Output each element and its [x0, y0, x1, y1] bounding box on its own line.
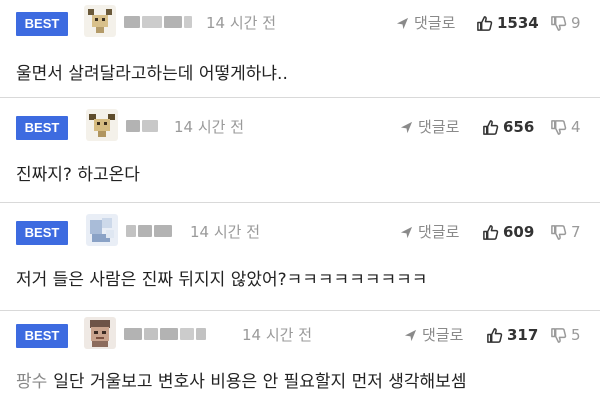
- thumbs-down-icon: [551, 119, 567, 135]
- thumbs-up-icon: [483, 119, 499, 135]
- comment-item: BEST 14 시간 전 댓글로: [0, 99, 600, 203]
- timestamp: 14 시간 전: [190, 223, 261, 241]
- send-icon: [400, 121, 413, 133]
- thumbs-down-icon: [551, 224, 567, 240]
- timestamp: 14 시간 전: [242, 326, 313, 344]
- thumbs-up-icon: [487, 327, 503, 343]
- comment-text: 팡수 일단 거울보고 변호사 비용은 안 필요할지 먼저 생각해보셈: [16, 370, 466, 394]
- avatar[interactable]: [86, 109, 118, 141]
- like-button[interactable]: 609: [482, 222, 534, 242]
- avatar-image: [84, 5, 116, 37]
- comment-header: BEST 14 시간 전 댓글로: [0, 317, 600, 349]
- best-badge: BEST: [16, 12, 68, 36]
- reply-button[interactable]: 댓글로: [400, 117, 459, 137]
- avatar-image: [86, 109, 118, 141]
- comment-list: BEST 14 시간 전 댓글로 1534 9 울면서 살려달라고하는데 어떻게…: [0, 0, 600, 413]
- comment-item: BEST 14 시간 전 댓글로: [0, 0, 600, 98]
- dislike-count: 4: [571, 118, 581, 136]
- dislike-button[interactable]: 4: [550, 117, 581, 137]
- comment-item: BEST 14 시간 전 댓글로: [0, 312, 600, 413]
- dislike-button[interactable]: 5: [550, 325, 581, 345]
- send-icon: [400, 226, 413, 238]
- timestamp: 14 시간 전: [174, 118, 245, 136]
- comment-item: BEST 14 시간 전 댓글로 609 7 저거 들은 사람은 진짜 뒤지지 …: [0, 204, 600, 311]
- timestamp: 14 시간 전: [206, 14, 277, 32]
- like-count: 609: [503, 223, 535, 241]
- reply-label: 댓글로: [418, 118, 460, 136]
- like-button[interactable]: 317: [486, 325, 538, 345]
- like-count: 1534: [497, 14, 539, 32]
- like-count: 317: [507, 326, 539, 344]
- dislike-count: 5: [571, 326, 581, 344]
- nickname-blurred: [126, 118, 158, 134]
- comment-text: 울면서 살려달라고하는데 어떻게하냐..: [16, 64, 288, 84]
- comment-header: BEST 14 시간 전 댓글로 609 7: [0, 214, 600, 246]
- nickname-blurred: [126, 223, 172, 239]
- dislike-count: 9: [571, 14, 581, 32]
- dislike-button[interactable]: 9: [550, 13, 581, 33]
- reply-button[interactable]: 댓글로: [396, 13, 455, 33]
- thumbs-down-icon: [551, 15, 567, 31]
- like-button[interactable]: 656: [482, 117, 534, 137]
- comment-text: 저거 들은 사람은 진짜 뒤지지 않았어?ㅋㅋㅋㅋㅋㅋㅋㅋㅋ: [16, 270, 428, 290]
- thumbs-up-icon: [483, 224, 499, 240]
- best-badge: BEST: [16, 116, 68, 140]
- dislike-button[interactable]: 7: [550, 222, 581, 242]
- reply-label: 댓글로: [422, 326, 464, 344]
- avatar[interactable]: [84, 5, 116, 37]
- best-badge: BEST: [16, 324, 68, 348]
- reply-label: 댓글로: [418, 223, 460, 241]
- avatar-image: [84, 317, 116, 349]
- best-badge: BEST: [16, 221, 68, 245]
- like-button[interactable]: 1534: [476, 13, 539, 33]
- send-icon: [404, 329, 417, 341]
- like-count: 656: [503, 118, 535, 136]
- comment-tag: 팡수: [16, 372, 48, 392]
- nickname-blurred: [124, 326, 206, 342]
- reply-label: 댓글로: [414, 14, 456, 32]
- dislike-count: 7: [571, 223, 581, 241]
- nickname-blurred: [124, 14, 192, 30]
- avatar-image: [86, 214, 118, 246]
- thumbs-up-icon: [477, 15, 493, 31]
- avatar[interactable]: [84, 317, 116, 349]
- comment-text-content: 일단 거울보고 변호사 비용은 안 필요할지 먼저 생각해보셈: [53, 372, 467, 392]
- send-icon: [396, 17, 409, 29]
- comment-header: BEST 14 시간 전 댓글로: [0, 109, 600, 141]
- avatar[interactable]: [86, 214, 118, 246]
- thumbs-down-icon: [551, 327, 567, 343]
- comment-header: BEST 14 시간 전 댓글로: [0, 5, 600, 37]
- reply-button[interactable]: 댓글로: [400, 222, 459, 242]
- reply-button[interactable]: 댓글로: [404, 325, 463, 345]
- comment-text: 진짜지? 하고온다: [16, 165, 140, 185]
